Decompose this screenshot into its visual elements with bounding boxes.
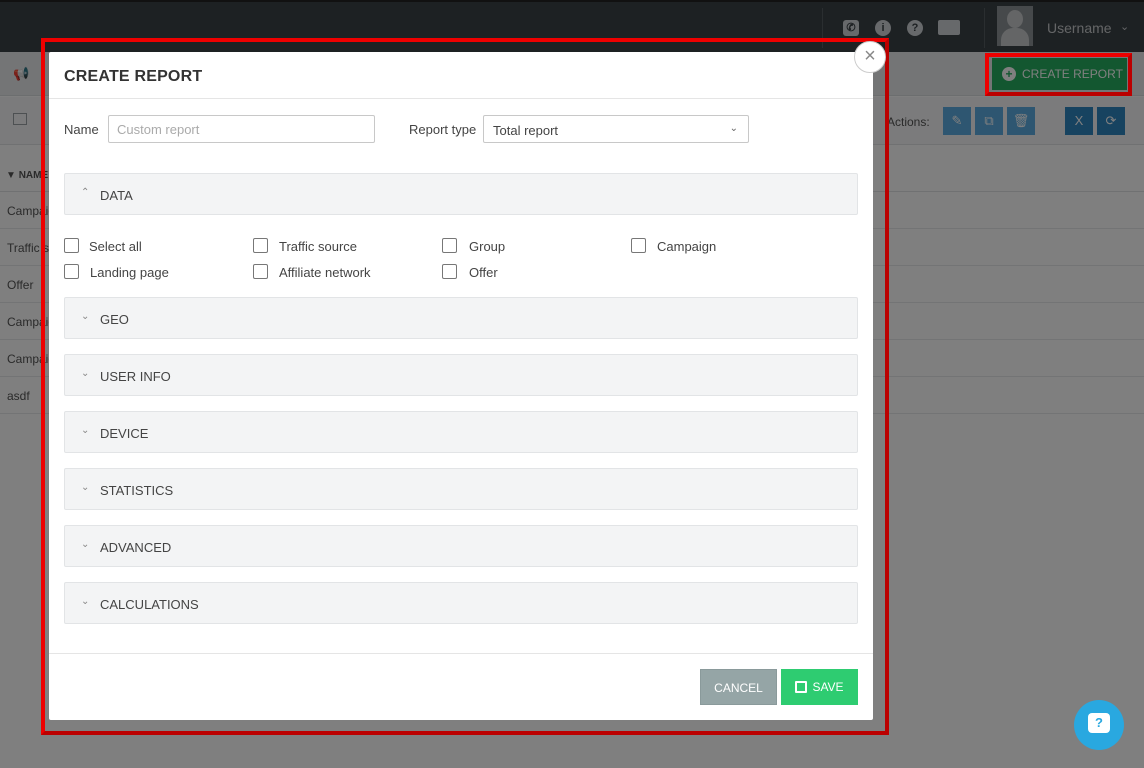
section-advanced[interactable]: ⌄ ADVANCED: [64, 525, 858, 567]
select-all-label[interactable]: Select all: [89, 239, 142, 254]
group-label[interactable]: Group: [469, 239, 505, 254]
chevron-down-icon: ⌄: [81, 539, 90, 550]
chevron-down-icon: ⌄: [81, 596, 90, 607]
save-button[interactable]: SAVE: [781, 669, 858, 705]
cancel-button[interactable]: CANCEL: [700, 669, 777, 705]
campaign-checkbox[interactable]: [631, 238, 646, 253]
report-type-value: Total report: [493, 123, 559, 138]
offer-label[interactable]: Offer: [469, 265, 498, 280]
traffic-source-checkbox[interactable]: [253, 238, 268, 253]
highlight-frame-create-button: [985, 53, 1132, 96]
chevron-down-icon: ⌄: [81, 482, 90, 493]
select-all-checkbox[interactable]: [64, 238, 79, 253]
section-user-info-label: USER INFO: [100, 369, 171, 384]
chat-question-icon: ?: [1088, 713, 1110, 733]
offer-checkbox[interactable]: [442, 264, 457, 279]
close-icon[interactable]: ×: [854, 41, 886, 73]
section-geo-label: GEO: [100, 312, 129, 327]
section-calculations-label: CALCULATIONS: [100, 597, 199, 612]
section-device-label: DEVICE: [100, 426, 149, 441]
report-name-input[interactable]: [108, 115, 375, 143]
chevron-down-icon: ⌄: [81, 311, 90, 322]
create-report-modal: CREATE REPORT Name Report type Total rep…: [49, 52, 873, 720]
traffic-source-label[interactable]: Traffic source: [279, 239, 357, 254]
name-label: Name: [64, 122, 99, 137]
section-user-info[interactable]: ⌄ USER INFO: [64, 354, 858, 396]
affiliate-network-checkbox[interactable]: [253, 264, 268, 279]
modal-header: CREATE REPORT: [49, 52, 873, 99]
chevron-down-icon: ⌄: [729, 123, 738, 134]
section-data[interactable]: ⌃ DATA: [64, 173, 858, 215]
affiliate-network-label[interactable]: Affiliate network: [279, 265, 371, 280]
help-chat-button[interactable]: ?: [1074, 700, 1124, 750]
group-checkbox[interactable]: [442, 238, 457, 253]
modal-title: CREATE REPORT: [64, 68, 203, 85]
section-advanced-label: ADVANCED: [100, 540, 172, 555]
report-type-label: Report type: [409, 122, 477, 137]
landing-page-checkbox[interactable]: [64, 264, 79, 279]
section-geo[interactable]: ⌄ GEO: [64, 297, 858, 339]
section-calculations[interactable]: ⌄ CALCULATIONS: [64, 582, 858, 624]
section-statistics-label: STATISTICS: [100, 483, 174, 498]
chevron-down-icon: ⌄: [81, 425, 90, 436]
campaign-label[interactable]: Campaign: [657, 239, 716, 254]
section-statistics[interactable]: ⌄ STATISTICS: [64, 468, 858, 510]
report-type-select[interactable]: Total report ⌄: [483, 115, 749, 143]
section-device[interactable]: ⌄ DEVICE: [64, 411, 858, 453]
chevron-up-icon: ⌃: [81, 187, 90, 198]
chevron-down-icon: ⌄: [81, 368, 90, 379]
floppy-disk-icon: [795, 681, 808, 693]
save-label: SAVE: [812, 680, 844, 694]
section-data-label: DATA: [100, 188, 133, 203]
landing-page-label[interactable]: Landing page: [90, 265, 169, 280]
